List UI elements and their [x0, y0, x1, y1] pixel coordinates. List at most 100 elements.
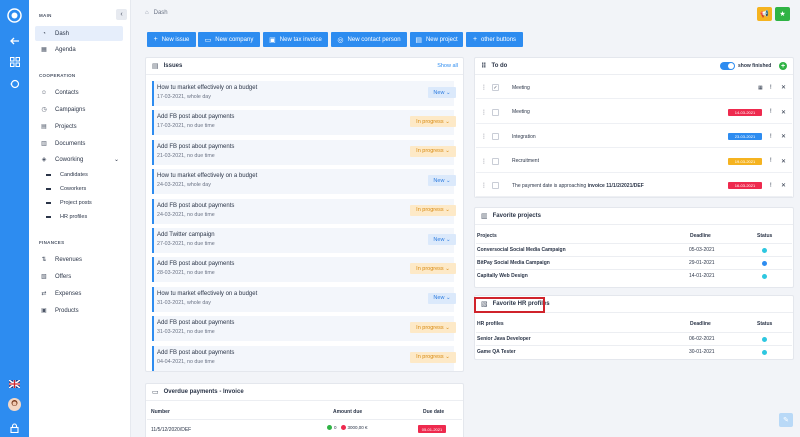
drag-handle-icon[interactable]: ⋮ — [481, 109, 487, 116]
home-icon[interactable]: ⌂ — [145, 10, 149, 16]
drag-handle-icon[interactable]: ⋮ — [481, 182, 487, 189]
sidebar-subitem-hr-profiles[interactable]: HR profiles — [46, 214, 87, 220]
calendar-icon[interactable]: ▦ — [758, 85, 763, 91]
close-icon[interactable]: ✕ — [781, 182, 786, 189]
sidebar-item-agenda[interactable]: ▦ Agenda — [35, 42, 123, 57]
todo-checkbox[interactable] — [492, 182, 499, 189]
status-badge[interactable]: New ⌄ — [428, 175, 456, 187]
new-project-button[interactable]: ▤ New project — [410, 32, 463, 47]
sidebar-subitem-project-posts[interactable]: Project posts — [46, 200, 92, 206]
issue-title[interactable]: Add FB post about payments — [157, 114, 234, 120]
invoice-number[interactable]: 11/5/12/2020/DEF — [151, 427, 191, 433]
todo-checkbox[interactable] — [492, 133, 499, 140]
add-todo-button[interactable]: + — [779, 62, 787, 70]
sidebar-item-documents[interactable]: ▥ Documents — [35, 136, 123, 151]
collapse-sidebar-button[interactable]: ‹ — [116, 9, 127, 20]
info-icon[interactable]: ! — [770, 158, 772, 164]
issue-title[interactable]: Add FB post about payments — [157, 350, 234, 356]
new-tax-invoice-button[interactable]: ▣ New tax invoice — [263, 32, 328, 47]
issue-item[interactable]: Add FB post about payments 24-03-2021, no… — [152, 198, 456, 224]
todo-checkbox[interactable]: ✓ — [492, 84, 499, 91]
issue-title[interactable]: How tu market effectively on a budget — [157, 85, 257, 91]
sidebar-item-dash[interactable]: ◔ Dash — [35, 26, 123, 41]
status-badge[interactable]: In progress ⌄ — [410, 263, 456, 275]
close-icon[interactable]: ✕ — [781, 158, 786, 165]
new-company-button[interactable]: ▭ New company — [198, 32, 260, 47]
row-name[interactable]: Game QA Tester — [477, 349, 516, 355]
todo-item[interactable]: ⋮ Recruitment 19-03-2021! ✕ — [476, 151, 792, 173]
row-deadline: 29-01-2021 — [689, 260, 715, 266]
sidebar-item-campaigns[interactable]: ◷ Campaigns — [35, 102, 123, 117]
info-icon[interactable]: ! — [770, 183, 772, 189]
info-icon[interactable]: ! — [770, 85, 772, 91]
issue-title[interactable]: Add Twitter campaign — [157, 232, 215, 238]
status-badge[interactable]: In progress ⌄ — [410, 204, 456, 216]
help-button[interactable]: ✎ — [779, 413, 793, 427]
show-all-link[interactable]: Show all — [437, 63, 458, 69]
drag-handle-icon[interactable]: ⋮ — [481, 133, 487, 140]
issue-item[interactable]: How tu market effectively on a budget 24-… — [152, 169, 456, 195]
megaphone-button[interactable]: 📢 — [757, 7, 772, 21]
grid-icon[interactable] — [7, 54, 22, 69]
issue-item[interactable]: Add FB post about payments 21-03-2021, no… — [152, 139, 456, 165]
sidebar-item-expenses[interactable]: ⇄ Expenses — [35, 286, 123, 301]
row-deadline: 30-01-2021 — [689, 349, 715, 355]
issue-title[interactable]: How tu market effectively on a budget — [157, 291, 257, 297]
issue-title[interactable]: Add FB post about payments — [157, 203, 234, 209]
issue-item[interactable]: Add Twitter campaign 27-03-2021, no due t… — [152, 228, 456, 253]
sidebar-item-contacts[interactable]: ☺ Contacts — [35, 85, 123, 100]
info-icon[interactable]: ! — [770, 109, 772, 115]
status-badge[interactable]: New ⌄ — [428, 292, 456, 304]
issue-title[interactable]: How tu market effectively on a budget — [157, 173, 257, 179]
lock-icon[interactable] — [7, 420, 22, 435]
todo-checkbox[interactable] — [492, 108, 499, 116]
new-contact-person-button[interactable]: ◎ New contact person — [331, 32, 407, 47]
todo-item[interactable]: ⋮ Integration 23-03-2021! ✕ — [476, 126, 792, 148]
status-badge[interactable]: New ⌄ — [428, 87, 456, 98]
show-finished-toggle[interactable] — [720, 62, 735, 70]
new-issue-button[interactable]: + New issue — [147, 32, 196, 47]
row-name[interactable]: BitPay Social Media Campaign — [477, 260, 550, 266]
toggle-icon[interactable] — [7, 76, 22, 91]
todo-checkbox[interactable] — [492, 157, 499, 165]
todo-item[interactable]: ⋮ The payment date is approaching invoice… — [476, 175, 792, 197]
sidebar-item-revenues[interactable]: ⇅ Revenues — [35, 252, 123, 267]
close-icon[interactable]: ✕ — [781, 109, 786, 116]
status-badge[interactable]: New ⌄ — [428, 234, 456, 245]
star-button[interactable]: ★ — [775, 7, 790, 21]
status-badge[interactable]: In progress ⌄ — [410, 116, 456, 128]
sidebar-subitem-coworkers[interactable]: Coworkers — [46, 186, 86, 192]
sidebar-item-offers[interactable]: ▧ Offers — [35, 269, 123, 284]
issue-title[interactable]: Add FB post about payments — [157, 144, 234, 150]
issue-item[interactable]: How tu market effectively on a budget 17-… — [152, 81, 456, 106]
todo-item[interactable]: ⋮ Meeting 14-03-2021! ✕ — [476, 102, 792, 124]
close-icon[interactable]: ✕ — [781, 133, 786, 140]
todo-item[interactable]: ⋮ ✓ Meeting ▦! ✕ — [476, 77, 792, 99]
sidebar-item-coworking[interactable]: ◈ Coworking ⌄ — [35, 152, 123, 167]
drag-handle-icon[interactable]: ⋮ — [481, 84, 487, 91]
issue-item[interactable]: Add FB post about payments 04-04-2021, no… — [152, 345, 456, 371]
issue-item[interactable]: How tu market effectively on a budget 31-… — [152, 286, 456, 312]
row-name[interactable]: Senior Java Developer — [477, 336, 531, 342]
logo-icon[interactable] — [7, 8, 22, 23]
sidebar-subitem-candidates[interactable]: Candidates — [46, 172, 88, 178]
back-arrow-icon[interactable] — [7, 33, 22, 48]
row-name[interactable]: Capitally Web Design — [477, 273, 528, 279]
issue-title[interactable]: Add FB post about payments — [157, 320, 234, 326]
issue-item[interactable]: Add FB post about payments 28-03-2021, no… — [152, 257, 456, 283]
close-icon[interactable]: ✕ — [781, 84, 786, 91]
sidebar-item-products[interactable]: ▣ Products — [35, 303, 123, 318]
issue-item[interactable]: Add FB post about payments 31-03-2021, no… — [152, 316, 456, 342]
issue-item[interactable]: Add FB post about payments 17-03-2021, no… — [152, 110, 456, 136]
uk-flag-icon[interactable] — [7, 376, 22, 391]
status-badge[interactable]: In progress ⌄ — [410, 351, 456, 363]
issue-title[interactable]: Add FB post about payments — [157, 261, 234, 267]
drag-handle-icon[interactable]: ⋮ — [481, 158, 487, 165]
info-icon[interactable]: ! — [770, 134, 772, 140]
sidebar-item-projects[interactable]: ▤ Projects — [35, 119, 123, 134]
other-buttons-button[interactable]: + other buttons — [466, 32, 523, 47]
avatar[interactable] — [7, 397, 22, 412]
status-badge[interactable]: In progress ⌄ — [410, 322, 456, 334]
row-name[interactable]: Conversocial Social Media Campaign — [477, 247, 566, 253]
status-badge[interactable]: In progress ⌄ — [410, 145, 456, 157]
